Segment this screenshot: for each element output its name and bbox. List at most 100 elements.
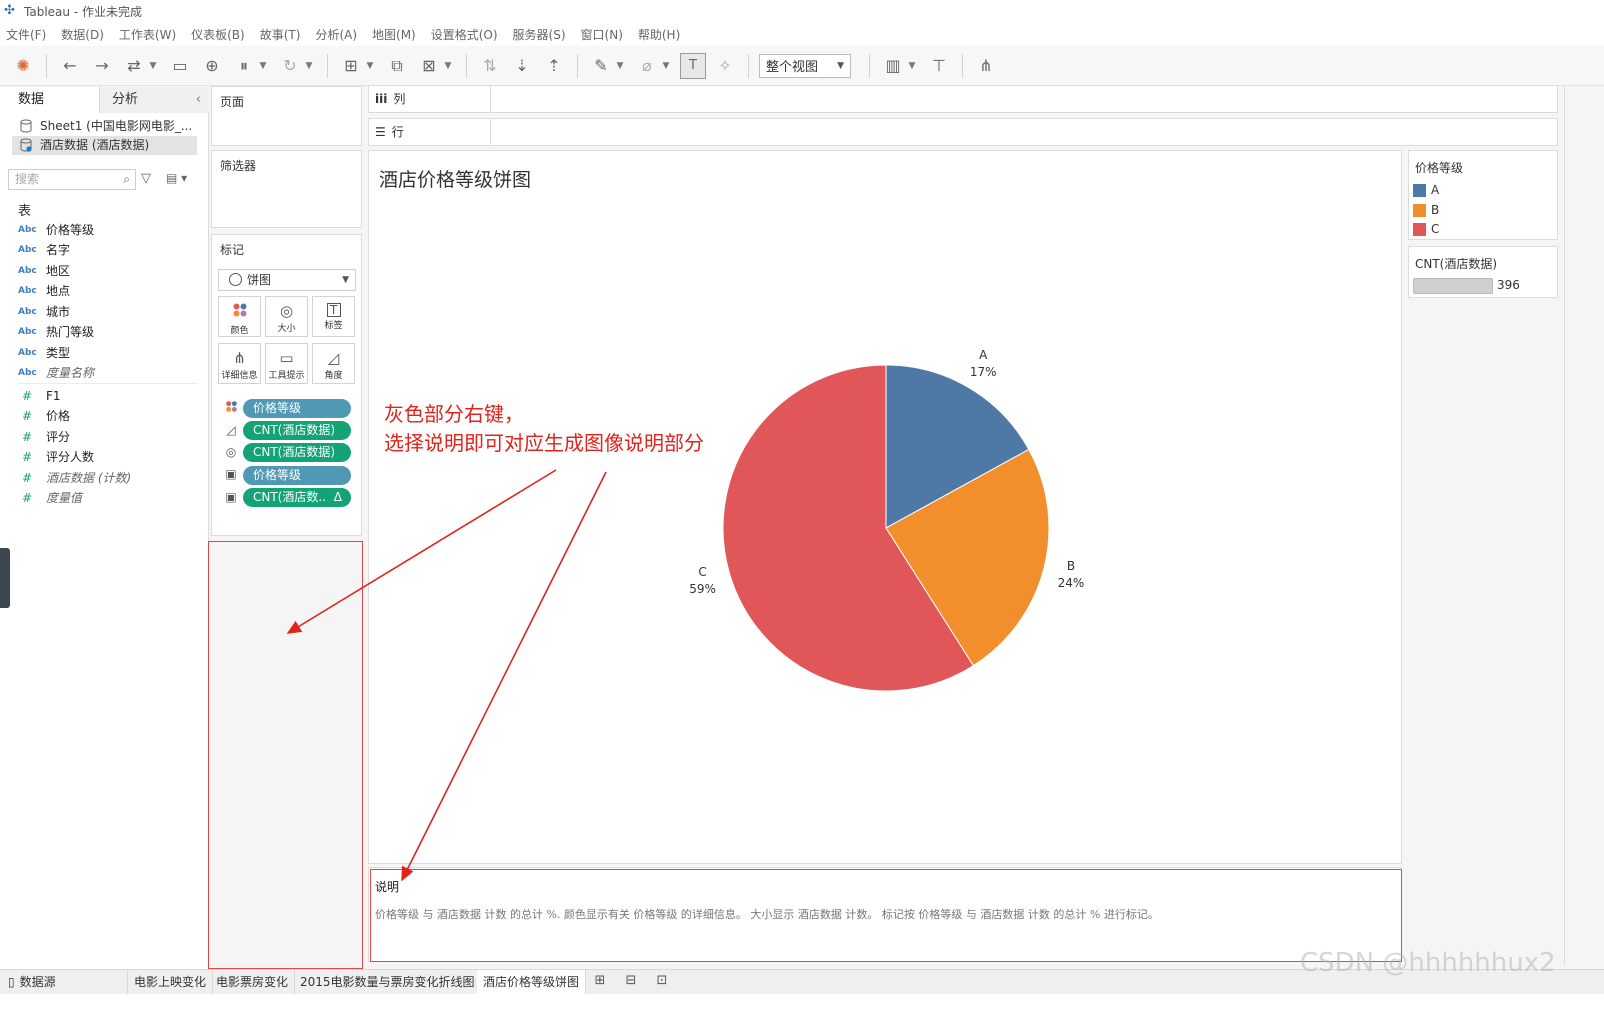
rows-shelf[interactable]: ☰ 行 (368, 118, 1558, 146)
menu-map[interactable]: 地图(M) (372, 26, 416, 43)
pause-updates-icon[interactable]: ⏸ (231, 53, 257, 79)
chevron-down-icon[interactable]: ▼ (614, 53, 626, 79)
undo-icon[interactable]: ← (57, 53, 83, 79)
new-worksheet-icon[interactable]: ⊞ (590, 973, 610, 991)
datasource-sheet1[interactable]: Sheet1 (中国电影网电影_... (12, 117, 197, 136)
menu-worksheet[interactable]: 工作表(W) (119, 26, 176, 43)
tab-hotel-pie[interactable]: 酒店价格等级饼图 (477, 970, 587, 994)
tab-movie-boxoffice[interactable]: 电影票房变化 (210, 970, 296, 994)
view-canvas[interactable]: 酒店价格等级饼图 A 17% B 24% C 59% (368, 150, 1402, 864)
field-measure-values[interactable]: # 度量值 (18, 488, 82, 508)
new-datasource-icon[interactable]: ⊕ (199, 53, 225, 79)
redo-icon[interactable]: → (89, 53, 115, 79)
tooltip-button[interactable]: ▭ 工具提示 (265, 343, 308, 384)
legend-item-b[interactable]: B (1413, 202, 1439, 218)
field-region[interactable]: Abc 地区 (18, 261, 70, 281)
size-legend[interactable]: CNT(酒店数据) 396 (1408, 246, 1558, 298)
field-hotel-count[interactable]: # 酒店数据 (计数) (18, 468, 131, 488)
sort-ascending-icon[interactable]: ⇣ (509, 53, 535, 79)
pill-angle-count[interactable]: CNT(酒店数据) (243, 421, 351, 440)
label-button[interactable]: T 标签 (312, 296, 355, 337)
menu-server[interactable]: 服务器(S) (513, 26, 566, 43)
chevron-down-icon[interactable]: ▼ (364, 53, 376, 79)
side-panel-handle[interactable] (0, 548, 10, 608)
legend-item-c[interactable]: C (1413, 221, 1439, 237)
field-rating-count[interactable]: # 评分人数 (18, 447, 94, 467)
annotation-text: 灰色部分右键， 选择说明即可对应生成图像说明部分 (384, 400, 704, 458)
new-dashboard-icon[interactable]: ⊟ (621, 973, 641, 991)
new-story-icon[interactable]: ⊡ (652, 973, 672, 991)
chevron-down-icon[interactable]: ▼ (906, 53, 918, 79)
refresh-icon[interactable]: ↻ (277, 53, 303, 79)
field-rating[interactable]: # 评分 (18, 427, 70, 447)
highlight-icon[interactable]: ✎ (588, 53, 614, 79)
color-legend[interactable]: 价格等级 A B C (1408, 150, 1558, 240)
menu-window[interactable]: 窗口(N) (581, 26, 623, 43)
color-button[interactable]: 颜色 (218, 296, 261, 337)
menu-dashboard[interactable]: 仪表板(B) (191, 26, 245, 43)
tab-data[interactable]: 数据 (0, 87, 100, 113)
chevron-down-icon[interactable]: ▼ (257, 53, 269, 79)
group-members-icon[interactable]: ⌀ (634, 53, 660, 79)
chevron-down-icon[interactable]: ▼ (303, 53, 315, 79)
field-search-input[interactable]: 搜索 ⌕ (8, 169, 136, 190)
mark-type-value: 饼图 (247, 273, 272, 287)
columns-shelf[interactable]: iii 列 (368, 85, 1558, 113)
field-type[interactable]: Abc 类型 (18, 343, 70, 363)
fix-axes-icon[interactable]: ✧ (712, 53, 738, 79)
caption-drop-area[interactable] (208, 541, 363, 969)
tab-movie-release[interactable]: 电影上映变化 (128, 970, 214, 994)
tab-2015-line-chart[interactable]: 2015电影数量与票房变化折线图 (294, 970, 482, 994)
tab-datasource[interactable]: ▯ 数据源 (0, 970, 128, 994)
color-button-label: 颜色 (230, 326, 249, 336)
show-mark-labels-icon[interactable]: T (680, 52, 706, 79)
menu-data[interactable]: 数据(D) (61, 26, 104, 43)
pages-shelf[interactable]: 页面 (211, 86, 362, 146)
view-options-icon[interactable]: ▤ ▾ (166, 171, 187, 185)
duplicate-sheet-icon[interactable]: ⧉ (384, 53, 410, 79)
field-location[interactable]: Abc 地点 (18, 281, 70, 301)
mark-type-select[interactable]: 饼图 ▼ (218, 269, 356, 291)
save-icon[interactable]: ▭ (167, 53, 193, 79)
clear-sheet-icon[interactable]: ⊠ (416, 53, 442, 79)
filters-shelf[interactable]: 筛选器 (211, 150, 362, 228)
field-measure-names[interactable]: Abc 度量名称 (18, 363, 94, 383)
filter-icon[interactable]: ▽ (141, 171, 151, 186)
presentation-mode-icon[interactable]: ⊤ (926, 53, 952, 79)
pill-size-count[interactable]: CNT(酒店数据) (243, 443, 351, 462)
detail-button[interactable]: ⋔ 详细信息 (218, 343, 261, 384)
pill-color-price-level[interactable]: 价格等级 (243, 399, 351, 418)
new-worksheet-icon[interactable]: ⊞ (338, 53, 364, 79)
tableau-home-icon[interactable]: ✺ (10, 53, 36, 79)
menu-file[interactable]: 文件(F) (6, 26, 46, 43)
menu-format[interactable]: 设置格式(O) (431, 26, 498, 43)
sort-descending-icon[interactable]: ⇡ (541, 53, 567, 79)
chevron-down-icon[interactable]: ▼ (660, 53, 672, 79)
field-price[interactable]: # 价格 (18, 406, 70, 426)
show-me-icon[interactable]: ▥ (880, 53, 906, 79)
chevron-down-icon[interactable]: ▼ (147, 53, 159, 79)
pie-chart[interactable] (369, 151, 1403, 865)
replay-icon[interactable]: ⇄ (121, 53, 147, 79)
menu-analysis[interactable]: 分析(A) (315, 26, 357, 43)
swap-rows-columns-icon[interactable]: ⇅ (477, 53, 503, 79)
field-price-level[interactable]: Abc 价格等级 (18, 220, 94, 240)
menu-help[interactable]: 帮助(H) (638, 26, 680, 43)
columns-icon: iii (375, 92, 388, 106)
field-popularity[interactable]: Abc 热门等级 (18, 322, 94, 342)
size-button[interactable]: ◎ 大小 (265, 296, 308, 337)
chevron-down-icon[interactable]: ▼ (442, 53, 454, 79)
share-icon[interactable]: ⋔ (973, 53, 999, 79)
tab-analysis[interactable]: 分析 ‹ (100, 87, 209, 113)
fit-view-select[interactable]: 整个视图 ▼ (759, 53, 851, 78)
legend-item-a[interactable]: A (1413, 182, 1439, 198)
menu-story[interactable]: 故事(T) (260, 26, 301, 43)
pill-label-price-level[interactable]: 价格等级 (243, 466, 351, 485)
pill-label-count-percent[interactable]: CNT(酒店数.. Δ (243, 488, 351, 507)
field-name[interactable]: Abc 名字 (18, 240, 70, 260)
field-f1[interactable]: # F1 (18, 386, 61, 406)
collapse-pane-icon[interactable]: ‹ (196, 87, 201, 113)
angle-button[interactable]: ◿ 角度 (312, 343, 355, 384)
field-city[interactable]: Abc 城市 (18, 302, 70, 322)
datasource-hotel[interactable]: 酒店数据 (酒店数据) (12, 136, 197, 155)
